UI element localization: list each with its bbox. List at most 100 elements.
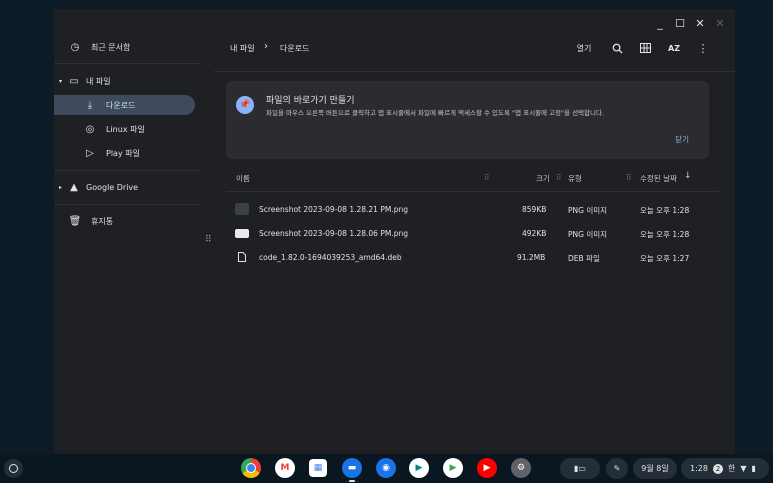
sidebar-item-label: 휴지통 — [91, 216, 114, 226]
google-drive-icon: ▲ — [70, 181, 78, 193]
pen-icon: ✎ — [613, 464, 621, 473]
banner-text: 파일을 마우스 오른쪽 버튼으로 클릭하고 앱 표시줄에서 파일에 빠르게 액세… — [266, 109, 605, 117]
file-icon — [235, 251, 249, 263]
files-app-icon[interactable]: ▬ — [342, 458, 362, 478]
file-type: DEB 파일 — [568, 254, 600, 263]
play-store-app-icon[interactable]: ▶ — [443, 458, 463, 478]
pin-icon: 📌 — [236, 96, 254, 114]
calendar-app-icon[interactable]: ▦ — [309, 459, 327, 477]
sidebar-item-google-drive[interactable]: ▸ ▲ Google Drive — [59, 177, 138, 197]
clock-icon: ◷ — [70, 41, 80, 53]
breadcrumb-current[interactable]: 다운로드 — [280, 43, 309, 54]
laptop-icon: ▭ — [69, 75, 79, 87]
messages-app-icon[interactable]: ◉ — [376, 458, 396, 478]
trash-icon: 🗑 — [68, 215, 82, 227]
toolbar-divider — [214, 71, 735, 72]
column-resize-icon[interactable]: ⠿ — [484, 173, 490, 182]
settings-app-icon[interactable]: ⚙ — [511, 458, 531, 478]
wifi-icon: ▼ — [740, 464, 747, 473]
column-resize-icon[interactable]: ⠿ — [556, 173, 562, 182]
file-type: PNG 이미지 — [568, 206, 608, 215]
screen-capture-icon: ▮▭ — [574, 464, 586, 473]
sidebar-item-label: 내 파일 — [86, 76, 111, 86]
column-modified[interactable]: 수정된 날짜 — [640, 173, 677, 184]
table-row[interactable]: Screenshot 2023-09-08 1.28.21 PM.png 859… — [226, 199, 719, 221]
sidebar-item-my-files[interactable]: ▾ ▭ 내 파일 — [59, 71, 111, 91]
download-icon: ⤓ — [87, 99, 93, 111]
time-label: 1:28 — [690, 464, 708, 473]
gmail-app-icon[interactable]: M — [275, 458, 295, 478]
notification-count-badge: 2 — [712, 463, 723, 474]
banner-title: 파일의 바로가기 만들기 — [266, 96, 355, 106]
screen-capture-button[interactable]: ▮▭ — [560, 458, 600, 479]
table-row[interactable]: Screenshot 2023-09-08 1.28.06 PM.png 492… — [226, 223, 719, 245]
sidebar-item-recent[interactable]: ◷ 최근 문서함 — [68, 37, 131, 57]
image-thumb-icon — [235, 203, 249, 215]
sidebar-item-label: Play 파일 — [106, 148, 140, 158]
shortcut-tip-banner: 📌 파일의 바로가기 만들기 파일을 마우스 오른쪽 버튼으로 클릭하고 앱 표… — [226, 81, 709, 159]
column-size[interactable]: 크기 — [536, 173, 550, 184]
sidebar-item-play-files[interactable]: ▷ Play 파일 — [83, 143, 140, 163]
more-options-icon[interactable]: ⋮ — [694, 39, 712, 57]
breadcrumb-separator: › — [264, 41, 268, 52]
sidebar-item-downloads[interactable]: ⤓ 다운로드 — [54, 95, 195, 115]
minimize-button[interactable]: _ — [651, 17, 669, 30]
launcher-button[interactable] — [4, 459, 23, 478]
sort-button[interactable]: AZ — [664, 39, 684, 57]
file-modified: 오늘 오후 1:27 — [640, 254, 690, 263]
grid-view-icon[interactable] — [636, 39, 654, 57]
date-tray[interactable]: 9월 8일 — [633, 458, 677, 479]
sidebar-divider — [54, 170, 200, 171]
column-type[interactable]: 유형 — [568, 173, 582, 184]
active-app-indicator — [349, 480, 355, 482]
battery-icon: ▮ — [751, 464, 756, 473]
linux-penguin-icon: ◎ — [85, 123, 95, 135]
file-size: 91.2MB — [517, 253, 546, 262]
expand-arrow-icon: ▸ — [59, 183, 63, 191]
status-tray[interactable]: 1:28 2 한 ▼ ▮ — [681, 458, 769, 479]
chrome-app-icon[interactable] — [241, 458, 261, 478]
image-thumb-icon — [235, 229, 249, 238]
files-app-window: _ ☐ ✕ ✕ ◷ 최근 문서함 ▾ ▭ 내 파일 ⤓ 다운로드 ◎ Linux… — [54, 9, 735, 454]
sidebar-item-label: 다운로드 — [106, 100, 136, 110]
file-modified: 오늘 오후 1:28 — [640, 230, 690, 239]
sidebar-divider — [54, 204, 200, 205]
file-name: code_1.82.0-1694039253_amd64.deb — [259, 253, 402, 262]
search-icon[interactable] — [608, 39, 626, 57]
meet-app-icon[interactable]: ▶ — [409, 458, 429, 478]
sidebar-item-label: 최근 문서함 — [91, 42, 131, 52]
maximize-button[interactable]: ☐ — [671, 17, 689, 30]
file-size: 859KB — [522, 205, 547, 214]
file-name: Screenshot 2023-09-08 1.28.21 PM.png — [259, 205, 408, 214]
toolbar: 내 파일 › 다운로드 열기 AZ ⋮ — [214, 33, 735, 63]
sidebar-item-trash[interactable]: 🗑 휴지통 — [68, 211, 113, 231]
stylus-tools-button[interactable]: ✎ — [606, 458, 628, 479]
file-name: Screenshot 2023-09-08 1.28.06 PM.png — [259, 229, 408, 238]
close-icon: ✕ — [715, 16, 725, 30]
file-list-header: 이름 ⠿ 크기 ⠿ 유형 ⠿ 수정된 날짜 ↓ — [226, 165, 719, 192]
main-panel: 내 파일 › 다운로드 열기 AZ ⋮ 📌 파일의 바로가기 만들기 파일을 마… — [214, 33, 735, 454]
open-button[interactable]: 열기 — [569, 39, 599, 57]
breadcrumb-root[interactable]: 내 파일 — [230, 43, 255, 54]
sidebar-item-label: Google Drive — [86, 182, 139, 192]
file-size: 492KB — [522, 229, 547, 238]
close-button[interactable]: ✕ — [691, 17, 709, 30]
launcher-icon — [9, 464, 18, 473]
file-modified: 오늘 오후 1:28 — [640, 206, 690, 215]
banner-dismiss-button[interactable]: 닫기 — [675, 134, 689, 145]
shelf: M ▦ ▬ ◉ ▶ ▶ ▶ ⚙ ▮▭ ✎ 9월 8일 1:28 2 한 ▼ ▮ — [0, 454, 773, 483]
expand-arrow-icon: ▾ — [59, 77, 63, 85]
window-controls: _ ☐ ✕ ✕ — [651, 13, 729, 33]
sidebar-item-linux-files[interactable]: ◎ Linux 파일 — [83, 119, 145, 139]
sort-descending-icon[interactable]: ↓ — [684, 171, 692, 181]
table-row[interactable]: code_1.82.0-1694039253_amd64.deb 91.2MB … — [226, 247, 719, 269]
sidebar-resize-handle[interactable]: ⠿ — [205, 235, 212, 245]
column-resize-icon[interactable]: ⠿ — [626, 173, 632, 182]
date-label: 9월 8일 — [641, 464, 669, 473]
play-store-icon: ▷ — [86, 147, 94, 159]
sidebar-divider — [54, 63, 200, 64]
youtube-app-icon[interactable]: ▶ — [477, 458, 497, 478]
column-name[interactable]: 이름 — [236, 173, 250, 184]
ime-indicator: 한 — [727, 464, 736, 473]
sidebar-item-label: Linux 파일 — [106, 124, 145, 134]
